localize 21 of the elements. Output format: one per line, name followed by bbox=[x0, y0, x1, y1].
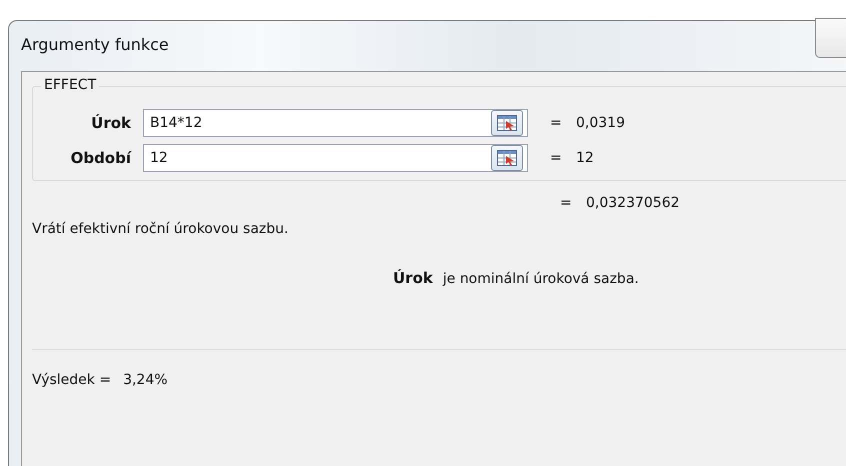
equals-sign: = bbox=[550, 150, 563, 166]
cell-range-icon bbox=[497, 115, 517, 131]
result-value: 3,24% bbox=[123, 372, 168, 388]
argument-result: 12 bbox=[576, 150, 594, 166]
close-button[interactable] bbox=[815, 18, 846, 58]
formula-result: 0,032370562 bbox=[586, 195, 680, 211]
argument-field[interactable]: 12 bbox=[143, 144, 528, 172]
equals-sign: = bbox=[550, 115, 563, 131]
argument-label: Období bbox=[70, 149, 132, 167]
equals-sign: = bbox=[560, 195, 573, 211]
result-label: Výsledek = bbox=[32, 372, 112, 388]
range-select-button[interactable] bbox=[491, 145, 523, 171]
argument-result: 0,0319 bbox=[576, 115, 625, 131]
argument-label: Úrok bbox=[90, 114, 132, 132]
argument-description: je nominální úroková sazba. bbox=[442, 271, 639, 287]
argument-field[interactable]: B14*12 bbox=[143, 109, 528, 137]
cell-range-icon bbox=[497, 150, 517, 166]
argument-name: Úrok bbox=[393, 269, 433, 287]
range-select-button[interactable] bbox=[491, 110, 523, 136]
function-description: Vrátí efektivní roční úrokovou sazbu. bbox=[32, 221, 290, 237]
window-title: Argumenty funkce bbox=[21, 34, 169, 54]
